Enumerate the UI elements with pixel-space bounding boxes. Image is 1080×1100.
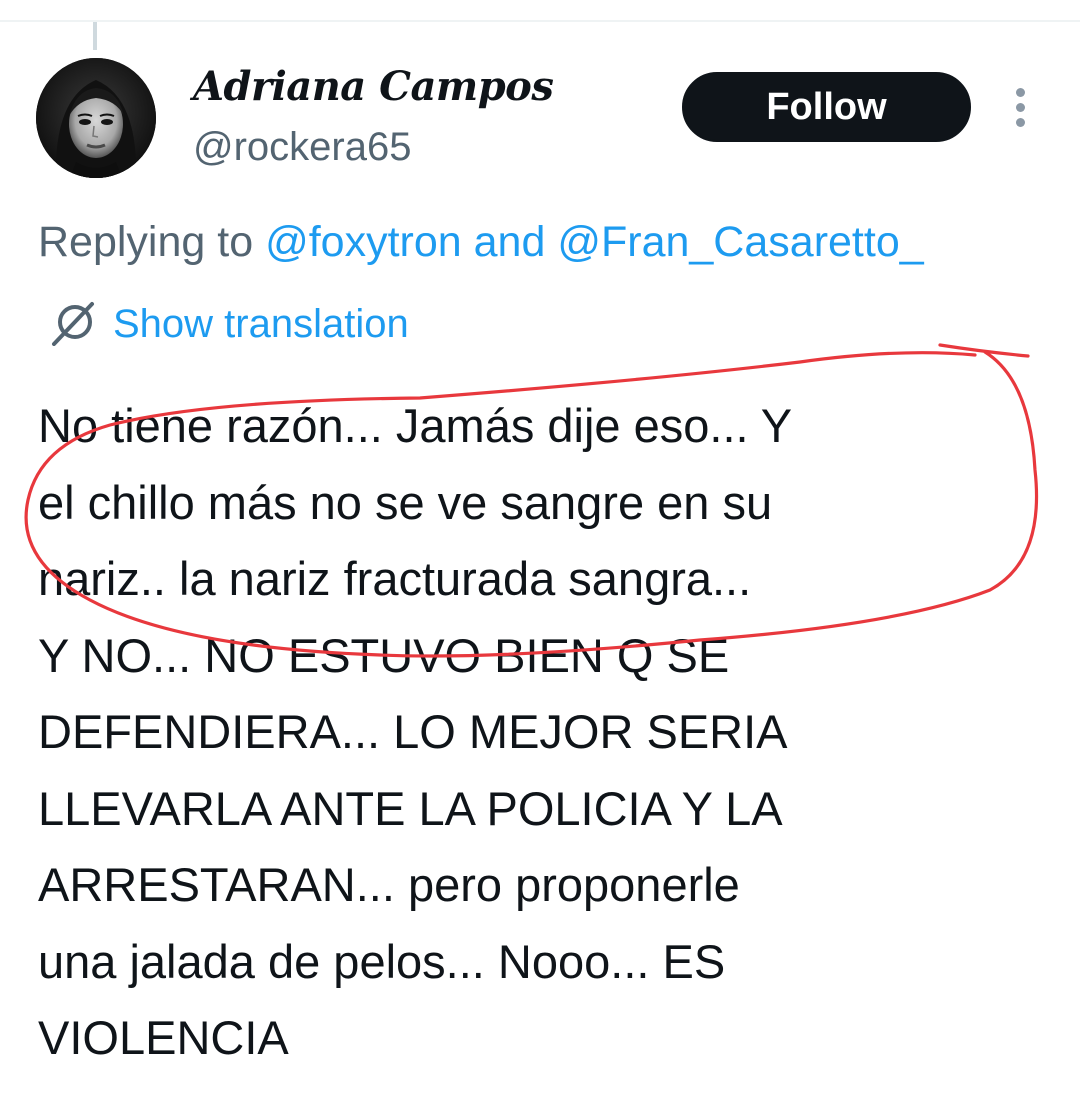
avatar[interactable] bbox=[36, 58, 156, 178]
avatar-portrait-icon bbox=[36, 58, 156, 178]
more-options-button[interactable] bbox=[1004, 86, 1038, 130]
tweet-text-line: VIOLENCIA bbox=[38, 1011, 289, 1064]
display-name[interactable]: Adriana Campos bbox=[193, 60, 554, 114]
tweet-text-line: nariz.. la nariz fracturada sangra... bbox=[38, 552, 752, 605]
tweet-text-line: una jalada de pelos... Nooo... ES bbox=[38, 934, 726, 988]
replying-to-line: Replying to @foxytron and @Fran_Casarett… bbox=[38, 214, 924, 270]
tweet-text-line: ARRESTARAN... pero proponerle bbox=[38, 858, 740, 911]
reply-joiner: and bbox=[461, 218, 558, 266]
more-vertical-icon bbox=[1016, 88, 1025, 97]
tweet-text-line: Y NO... NO ESTUVO BIEN Q SE bbox=[38, 628, 730, 682]
follow-button[interactable]: Follow bbox=[682, 72, 971, 142]
show-translation-link[interactable]: Show translation bbox=[113, 298, 409, 350]
top-divider bbox=[0, 20, 1080, 22]
tweet-text-line: DEFENDIERA... LO MEJOR SERIA bbox=[38, 705, 788, 758]
replying-to-prefix: Replying to bbox=[38, 218, 266, 266]
reply-user-link-2[interactable]: @Fran_Casaretto_ bbox=[557, 218, 923, 266]
reply-user-link-1[interactable]: @foxytron bbox=[265, 218, 462, 266]
tweet-body: No tiene razón... Jamás dije eso... Y el… bbox=[38, 388, 1038, 1077]
user-handle[interactable]: @rockera65 bbox=[193, 124, 411, 170]
tweet-text-line: el chillo más no se ve sangre en su bbox=[38, 475, 773, 529]
follow-button-label: Follow bbox=[766, 85, 887, 128]
tweet-text-line: No tiene razón... Jamás dije eso... Y bbox=[38, 399, 793, 452]
tweet-text-line: LLEVARLA ANTE LA POLICIA Y LA bbox=[38, 781, 783, 835]
thread-connector-line bbox=[93, 22, 97, 50]
translation-globe-icon bbox=[52, 302, 94, 346]
